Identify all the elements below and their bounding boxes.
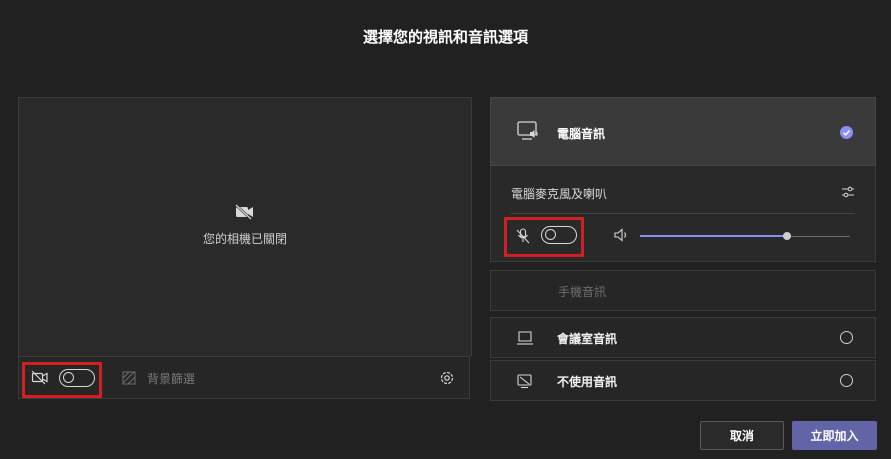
- room-audio-label: 會議室音訊: [557, 332, 618, 346]
- device-settings-icon[interactable]: [841, 186, 855, 198]
- no-audio-option[interactable]: 不使用音訊: [490, 360, 876, 401]
- background-effects-icon: [121, 370, 137, 386]
- settings-icon[interactable]: [439, 370, 455, 386]
- highlight-mic-toggle: [504, 217, 584, 257]
- no-audio-radio[interactable]: [840, 374, 853, 387]
- device-label: 電腦麥克風及喇叭: [511, 187, 608, 201]
- phone-audio-label: 手機音訊: [558, 285, 607, 299]
- computer-audio-label: 電腦音訊: [557, 127, 606, 141]
- room-audio-radio[interactable]: [840, 331, 853, 344]
- checkmark-icon: [840, 126, 853, 139]
- no-audio-icon: [516, 373, 534, 389]
- dialog-title: 選擇您的視訊和音訊選項: [362, 28, 528, 46]
- phone-audio-option[interactable]: 手機音訊: [490, 270, 876, 311]
- volume-slider-fill: [640, 235, 787, 237]
- highlight-camera-toggle: [22, 362, 102, 398]
- join-now-button[interactable]: 立即加入: [792, 421, 877, 450]
- no-audio-label: 不使用音訊: [557, 375, 618, 389]
- cancel-button[interactable]: 取消: [700, 421, 784, 450]
- divider: [511, 213, 855, 214]
- room-audio-icon: [516, 330, 534, 346]
- background-filter-button[interactable]: 背景篩選: [147, 370, 195, 387]
- camera-off-text: 您的相機已關閉: [202, 232, 287, 246]
- volume-slider-thumb[interactable]: [783, 232, 791, 240]
- computer-audio-option[interactable]: 電腦音訊: [490, 97, 876, 166]
- camera-off-icon: [234, 204, 256, 220]
- computer-audio-icon: [517, 121, 541, 143]
- video-preview: 您的相機已關閉: [18, 97, 472, 356]
- room-audio-option[interactable]: 會議室音訊: [490, 317, 876, 358]
- speaker-icon: [613, 228, 629, 242]
- camera-off-notice: 您的相機已關閉: [19, 204, 471, 247]
